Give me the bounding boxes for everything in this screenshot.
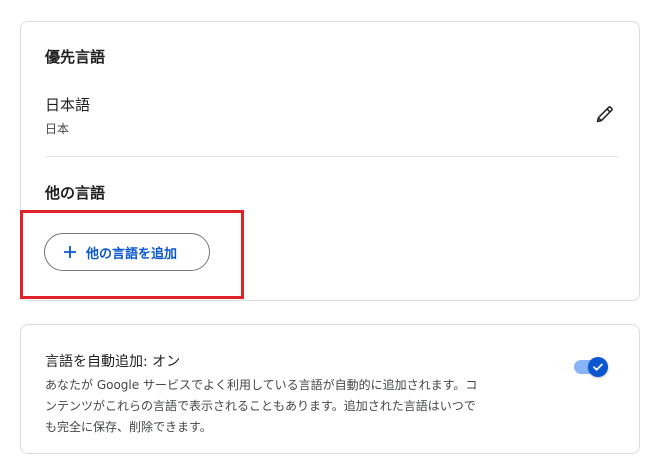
languages-card: 優先言語 日本語 日本 他の言語 他の言語を追加 — [20, 21, 640, 301]
toggle-thumb — [588, 357, 608, 377]
auto-add-description-line: あなたが Google サービスでよく利用している言語が自動的に追加されます。コ — [45, 378, 478, 392]
other-languages-heading: 他の言語 — [45, 184, 106, 202]
divider — [45, 156, 619, 157]
add-language-label: 他の言語を追加 — [86, 246, 178, 262]
preferred-language-heading: 優先言語 — [45, 48, 106, 66]
preferred-language-name: 日本語 — [45, 96, 91, 114]
plus-icon — [63, 245, 77, 259]
pencil-icon — [596, 106, 613, 123]
check-icon — [593, 363, 603, 371]
auto-add-description: あなたが Google サービスでよく利用している言語が自動的に追加されます。コ… — [45, 375, 545, 438]
auto-add-toggle[interactable] — [574, 355, 610, 379]
auto-add-card: 言語を自動追加: オン あなたが Google サービスでよく利用している言語が… — [20, 324, 640, 454]
auto-add-title: 言語を自動追加: オン — [45, 354, 181, 370]
add-language-button[interactable]: 他の言語を追加 — [44, 233, 210, 271]
preferred-language-region: 日本 — [45, 122, 70, 136]
auto-add-description-line: も完全に保存、削除できます。 — [45, 420, 212, 434]
auto-add-description-line: ンテンツがこれらの言語で表示されることもあります。追加された言語はいつで — [45, 399, 476, 413]
edit-language-button[interactable] — [591, 100, 619, 128]
